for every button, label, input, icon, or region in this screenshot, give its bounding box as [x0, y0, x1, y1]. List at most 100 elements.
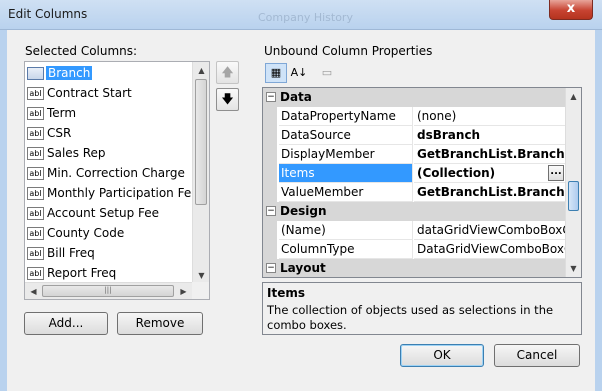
close-button[interactable]: x: [549, 0, 593, 20]
property-value[interactable]: dataGridViewComboBoxColumn1: [414, 221, 566, 240]
property-row[interactable]: Items (Collection)...: [263, 164, 566, 183]
property-value[interactable]: DataGridViewComboBoxColumn: [414, 240, 566, 259]
scroll-up-arrow-icon[interactable]: ▲: [193, 62, 209, 79]
unbound-column-properties-label: Unbound Column Properties: [264, 44, 433, 58]
list-item[interactable]: abl Bill Freq: [27, 244, 193, 263]
property-value-text: (none): [417, 109, 457, 123]
list-vertical-scrollbar[interactable]: ▲ ▼: [192, 62, 209, 284]
pg-scroll-down-icon[interactable]: ▼: [566, 260, 581, 277]
row-gutter: [263, 183, 277, 202]
property-name[interactable]: ColumnType: [279, 240, 413, 259]
list-item[interactable]: abl Term: [27, 104, 193, 123]
textbox-column-icon: abl: [27, 87, 44, 100]
list-item[interactable]: abl County Code: [27, 224, 193, 243]
list-item[interactable]: abl Account Setup Fee: [27, 204, 193, 223]
list-item[interactable]: abl CSR: [27, 124, 193, 143]
category-layout[interactable]: − Layout: [263, 259, 566, 277]
property-pages-icon: ▭: [321, 66, 333, 79]
cancel-button[interactable]: Cancel: [494, 344, 580, 367]
property-value[interactable]: dsBranch: [414, 126, 566, 145]
property-pages-button[interactable]: ▭: [316, 63, 338, 83]
add-button[interactable]: Add...: [24, 312, 108, 335]
collapse-icon[interactable]: −: [266, 263, 276, 273]
property-name[interactable]: DataSource: [279, 126, 413, 145]
list-item-label: CSR: [47, 126, 72, 140]
property-value-text: DataGridViewComboBoxColumn: [417, 242, 566, 256]
pg-scroll-up-icon[interactable]: ▲: [566, 88, 581, 105]
property-row[interactable]: ColumnType DataGridViewComboBoxColumn: [263, 240, 566, 259]
ellipsis-button[interactable]: ...: [548, 165, 564, 181]
property-name[interactable]: DataPropertyName: [279, 107, 413, 126]
list-item[interactable]: abl Contract Start: [27, 84, 193, 103]
textbox-column-icon: abl: [27, 227, 44, 240]
property-row[interactable]: DataSource dsBranch: [263, 126, 566, 145]
window-title: Edit Columns: [8, 7, 88, 21]
property-name[interactable]: ValueMember: [279, 183, 413, 202]
list-item-label: Bill Freq: [47, 246, 95, 260]
property-row[interactable]: DataPropertyName (none): [263, 107, 566, 126]
list-item-label: Min. Correction Charge: [47, 166, 185, 180]
background-window-title: Company History: [258, 11, 353, 24]
category-data[interactable]: − Data: [263, 88, 566, 107]
property-row[interactable]: DisplayMember GetBranchList.Branch: [263, 145, 566, 164]
row-gutter: [263, 145, 277, 164]
property-grid[interactable]: − Data DataPropertyName (none) DataSource dsB…: [262, 87, 582, 278]
collapse-icon[interactable]: −: [266, 92, 276, 102]
list-item-label: Term: [47, 106, 77, 120]
row-gutter: [263, 164, 277, 183]
selected-columns-list[interactable]: Branch abl Contract Start abl Term abl CSR abl S…: [24, 61, 210, 300]
category-label: Layout: [280, 261, 326, 275]
list-item-label: County Code: [47, 226, 125, 240]
property-name[interactable]: DisplayMember: [279, 145, 413, 164]
list-item[interactable]: abl Monthly Participation Fee: [27, 184, 199, 203]
collapse-icon[interactable]: −: [266, 206, 276, 216]
textbox-column-icon: abl: [27, 247, 44, 260]
property-grid-scroll-thumb[interactable]: [568, 181, 579, 211]
property-row[interactable]: (Name) dataGridViewComboBoxColumn1: [263, 221, 566, 240]
property-value-text: GetBranchList.BranchID: [417, 185, 566, 199]
window-frame-right: [595, 30, 602, 391]
property-value[interactable]: GetBranchList.Branch: [414, 145, 566, 164]
sort-alphabetical-icon: A↓: [290, 66, 308, 79]
property-value-text: GetBranchList.Branch: [417, 147, 565, 161]
property-name[interactable]: Items: [279, 164, 413, 183]
category-design[interactable]: − Design: [263, 202, 566, 221]
move-down-button[interactable]: 🡇: [216, 88, 239, 111]
category-label: Data: [280, 90, 312, 104]
textbox-column-icon: abl: [27, 147, 44, 160]
property-help-panel: Items The collection of objects used as …: [262, 282, 582, 335]
list-item[interactable]: abl Min. Correction Charge: [27, 164, 193, 183]
property-value-text: dataGridViewComboBoxColumn1: [417, 223, 566, 237]
textbox-column-icon: abl: [27, 107, 44, 120]
textbox-column-icon: abl: [27, 207, 44, 220]
move-up-button[interactable]: 🡅: [216, 61, 239, 84]
scroll-right-arrow-icon[interactable]: ▶: [175, 283, 192, 299]
list-hscroll-thumb[interactable]: |||: [42, 285, 174, 297]
arrow-up-icon: 🡅: [221, 65, 234, 79]
help-description: The collection of objects used as select…: [267, 303, 554, 332]
list-horizontal-scrollbar[interactable]: ◀ ||| ▶: [25, 282, 192, 299]
ok-button[interactable]: OK: [400, 344, 484, 367]
help-title: Items: [267, 286, 305, 300]
list-item[interactable]: Branch: [27, 64, 193, 83]
property-value[interactable]: (none): [414, 107, 566, 126]
category-label: Design: [280, 204, 327, 218]
row-gutter: [263, 126, 277, 145]
property-value[interactable]: (Collection)...: [414, 164, 566, 183]
property-value[interactable]: GetBranchList.BranchID: [414, 183, 566, 202]
property-row[interactable]: ValueMember GetBranchList.BranchID: [263, 183, 566, 202]
remove-button[interactable]: Remove: [117, 312, 203, 335]
list-item[interactable]: abl Sales Rep: [27, 144, 193, 163]
list-scroll-thumb[interactable]: [195, 79, 207, 205]
list-item-label: Branch: [46, 66, 93, 80]
property-grid-scrollbar[interactable]: ▲ ▼: [565, 88, 581, 277]
list-item[interactable]: abl Report Freq: [27, 264, 193, 283]
categorized-icon: ▦: [270, 66, 282, 79]
scroll-left-arrow-icon[interactable]: ◀: [25, 283, 42, 299]
combobox-column-icon: [27, 67, 44, 80]
list-item-label: Sales Rep: [47, 146, 106, 160]
selected-columns-label: Selected Columns:: [25, 44, 138, 58]
alphabetical-view-button[interactable]: A↓: [288, 63, 310, 83]
property-name[interactable]: (Name): [279, 221, 413, 240]
categorized-view-button[interactable]: ▦: [265, 63, 287, 83]
